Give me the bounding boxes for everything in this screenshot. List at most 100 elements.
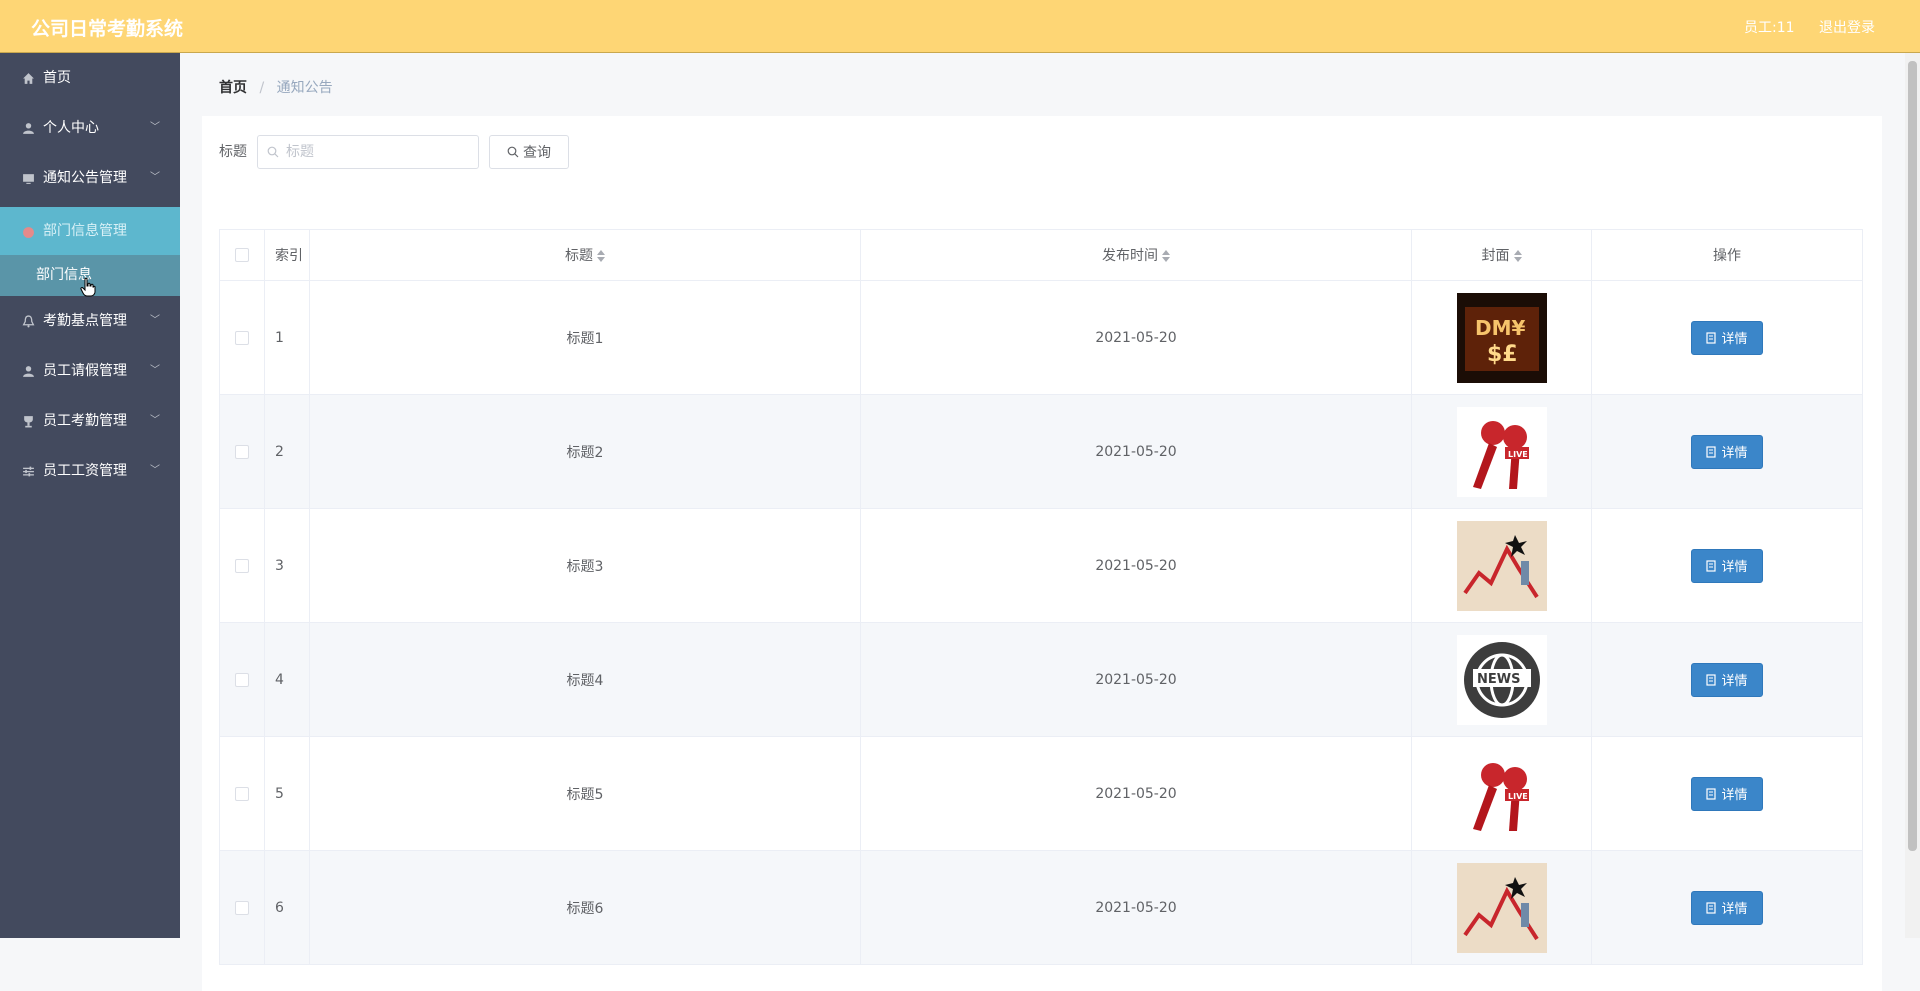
table-row: 3 标题3 2021-05-20 详情 (219, 508, 1863, 623)
row-action-cell: 详情 (1591, 850, 1863, 965)
user-icon (23, 366, 34, 377)
search-input[interactable] (284, 143, 468, 161)
header-user-area: 员工:11 退出登录 (1724, 17, 1875, 37)
department-icon (23, 227, 34, 238)
column-header-title[interactable]: 标题 (309, 229, 861, 281)
search-field[interactable] (257, 135, 479, 169)
row-title: 标题1 (309, 280, 861, 395)
stock-chart-image (1456, 520, 1547, 611)
detail-button-label: 详情 (1721, 332, 1748, 347)
row-cover-cell (1411, 508, 1592, 623)
stock-chart-image (1456, 862, 1547, 953)
column-header-time-label: 发布时间 (1102, 248, 1158, 264)
detail-button[interactable]: 详情 (1691, 890, 1763, 925)
query-button[interactable]: 查询 (489, 135, 569, 169)
row-cover-cell: LIVE (1411, 394, 1592, 509)
current-user[interactable]: 员工:11 (1744, 20, 1795, 36)
select-all-checkbox[interactable] (235, 248, 249, 262)
chevron-down-icon: ﹀ (150, 315, 160, 326)
row-select-cell (219, 736, 265, 851)
content-card: 标题 查询 索引 标题 发布时间 封面 操作 (202, 116, 1882, 991)
document-icon (1706, 559, 1717, 572)
sidebar-item-leave-management[interactable]: 员工请假管理 ﹀ (0, 346, 180, 396)
row-checkbox[interactable] (235, 672, 249, 687)
breadcrumb-separator: / (259, 80, 265, 96)
row-title: 标题4 (309, 622, 861, 737)
detail-button[interactable]: 详情 (1691, 662, 1763, 697)
table-row: 5 标题5 2021-05-20 LIVE 详情 (219, 736, 1863, 851)
sidebar-item-salary-management[interactable]: 员工工资管理 ﹀ (0, 446, 180, 496)
row-action-cell: 详情 (1591, 508, 1863, 623)
row-action-cell: 详情 (1591, 736, 1863, 851)
detail-button[interactable]: 详情 (1691, 434, 1763, 469)
vertical-scrollbar[interactable] (1905, 53, 1920, 938)
chevron-down-icon: ﹀ (150, 122, 160, 133)
query-button-label: 查询 (523, 145, 551, 161)
column-header-time[interactable]: 发布时间 (860, 229, 1412, 281)
sort-icon[interactable] (1162, 249, 1170, 263)
row-checkbox[interactable] (235, 786, 249, 801)
logout-link[interactable]: 退出登录 (1819, 20, 1875, 36)
row-checkbox[interactable] (235, 558, 249, 573)
row-index: 2 (264, 394, 310, 509)
sidebar-item-attendance-management[interactable]: 员工考勤管理 ﹀ (0, 396, 180, 446)
chevron-down-icon: ﹀ (150, 172, 160, 183)
sidebar-item-notice-management[interactable]: 通知公告管理 ﹀ (0, 153, 180, 203)
home-icon (23, 73, 34, 84)
row-checkbox[interactable] (235, 900, 249, 915)
column-header-cover[interactable]: 封面 (1411, 229, 1592, 281)
top-bar: 公司日常考勤系统 员工:11 退出登录 (0, 0, 1920, 53)
sidebar-item-personal-center[interactable]: 个人中心 ﹀ (0, 103, 180, 153)
chevron-down-icon: ﹀ (150, 465, 160, 476)
row-checkbox[interactable] (235, 444, 249, 459)
detail-button-label: 详情 (1721, 902, 1748, 917)
row-select-cell (219, 850, 265, 965)
detail-button-label: 详情 (1721, 446, 1748, 461)
notice-table: 索引 标题 发布时间 封面 操作 1 标题1 2021-05-20 DM¥$£ (219, 229, 1863, 965)
table-row: 4 标题4 2021-05-20 NEWS 详情 (219, 622, 1863, 737)
row-select-cell (219, 622, 265, 737)
chevron-down-icon: ﹀ (150, 415, 160, 426)
search-icon (267, 146, 279, 158)
row-index: 6 (264, 850, 310, 965)
svg-text:LIVE: LIVE (1508, 450, 1528, 459)
row-time: 2021-05-20 (860, 394, 1412, 509)
row-time: 2021-05-20 (860, 850, 1412, 965)
sidebar-item-department-management[interactable]: 部门信息管理 (0, 207, 180, 255)
table-header-row: 索引 标题 发布时间 封面 操作 (219, 229, 1863, 281)
main-content: 首页 / 通知公告 标题 查询 索引 标题 发布时间 封面 (180, 53, 1905, 991)
search-label: 标题 (219, 144, 247, 160)
select-all-cell (219, 229, 265, 281)
sidebar-item-attendance-base[interactable]: 考勤基点管理 ﹀ (0, 296, 180, 346)
detail-button[interactable]: 详情 (1691, 320, 1763, 355)
breadcrumb-current: 通知公告 (276, 80, 333, 96)
detail-button[interactable]: 详情 (1691, 776, 1763, 811)
document-icon (1706, 331, 1717, 344)
row-cover-cell: LIVE (1411, 736, 1592, 851)
sidebar: 首页 个人中心 ﹀ 通知公告管理 ﹀ 部门信息管理 部门信息 考勤基点管理 ﹀ … (0, 53, 180, 938)
row-title: 标题3 (309, 508, 861, 623)
detail-button[interactable]: 详情 (1691, 548, 1763, 583)
svg-text:LIVE: LIVE (1508, 792, 1528, 801)
sort-icon[interactable] (597, 249, 605, 263)
row-time: 2021-05-20 (860, 736, 1412, 851)
sort-icon[interactable] (1513, 249, 1522, 263)
sidebar-item-label: 个人中心 (43, 120, 99, 136)
column-header-title-label: 标题 (565, 248, 593, 264)
row-checkbox[interactable] (235, 330, 249, 345)
column-header-index: 索引 (264, 229, 310, 281)
live-microphone-image: LIVE (1456, 748, 1547, 839)
detail-button-label: 详情 (1721, 674, 1748, 689)
row-time: 2021-05-20 (860, 508, 1412, 623)
chevron-down-icon: ﹀ (150, 365, 160, 376)
breadcrumb-home[interactable]: 首页 (219, 80, 247, 96)
row-cover-cell (1411, 850, 1592, 965)
scrollbar-thumb[interactable] (1908, 61, 1917, 851)
row-index: 5 (264, 736, 310, 851)
sidebar-item-home[interactable]: 首页 (0, 53, 180, 103)
breadcrumb: 首页 / 通知公告 (219, 77, 333, 97)
search-icon (507, 146, 519, 158)
table-row: 2 标题2 2021-05-20 LIVE 详情 (219, 394, 1863, 509)
row-select-cell (219, 280, 265, 395)
row-action-cell: 详情 (1591, 394, 1863, 509)
